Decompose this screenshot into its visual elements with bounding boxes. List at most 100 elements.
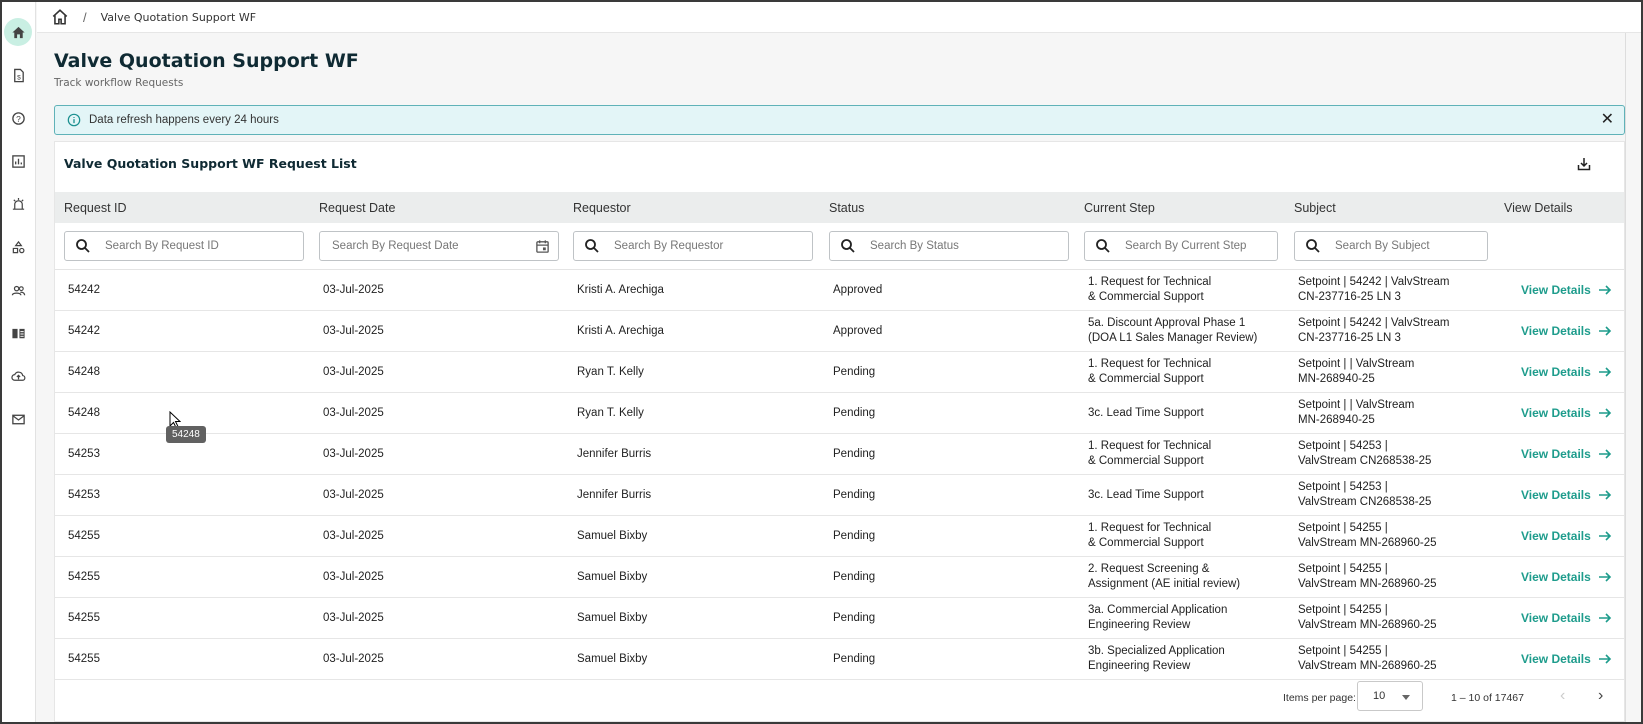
search-request-date-input[interactable]: Search By Request Date	[319, 231, 559, 261]
view-details-link[interactable]: View Details	[1504, 652, 1624, 667]
table-row: 54255 03-Jul-2025 Samuel Bixby Pending 3…	[55, 639, 1624, 680]
shapes-icon[interactable]	[4, 233, 32, 261]
table-row: 54248 03-Jul-2025 Ryan T. Kelly Pending …	[55, 393, 1624, 434]
cell-request-date: 03-Jul-2025	[323, 570, 384, 583]
cell-request-date: 03-Jul-2025	[323, 365, 384, 378]
cell-status: Pending	[833, 406, 876, 419]
cloud-upload-icon[interactable]	[4, 362, 32, 390]
subject-line-2: ValvStream MN-268960-25	[1298, 537, 1437, 549]
table-row: 54242 03-Jul-2025 Kristi A. Arechiga App…	[55, 311, 1624, 352]
search-requestor-input[interactable]: Search By Requestor	[573, 231, 813, 261]
column-header-status[interactable]: Status	[829, 201, 1084, 215]
items-per-page-value: 10	[1373, 690, 1386, 702]
svg-text:$: $	[17, 74, 21, 81]
help-icon[interactable]: ?	[4, 104, 32, 132]
subject-line-1: Setpoint | 54255 |	[1298, 522, 1388, 534]
search-icon	[585, 239, 599, 253]
page-range: 1 – 10 of 17467	[1451, 692, 1524, 704]
cell-request-date: 03-Jul-2025	[323, 611, 384, 624]
cell-subject: Setpoint | 54242 | ValvStream CN-237716-2…	[1294, 275, 1504, 305]
next-page-button[interactable]: ›	[1598, 687, 1603, 705]
cell-request-id: 54255	[68, 570, 100, 583]
step-line-2: & Commercial Support	[1088, 455, 1204, 467]
cell-requestor: Jennifer Burris	[577, 488, 652, 501]
info-icon	[67, 113, 81, 127]
cell-status: Pending	[833, 529, 876, 542]
view-details-link[interactable]: View Details	[1504, 283, 1624, 298]
users-icon[interactable]	[4, 276, 32, 304]
search-request-id-input[interactable]: Search By Request ID	[64, 231, 304, 261]
search-status-input[interactable]: Search By Status	[829, 231, 1069, 261]
step-line-1: 1. Request for Technical	[1088, 276, 1212, 288]
breadcrumb-home-icon[interactable]	[51, 8, 69, 26]
view-details-link[interactable]: View Details	[1504, 324, 1624, 339]
column-header-subject[interactable]: Subject	[1294, 201, 1504, 215]
view-details-label: View Details	[1521, 610, 1591, 625]
table-row: 54242 03-Jul-2025 Kristi A. Arechiga App…	[55, 270, 1624, 311]
subject-line-2: ValvStream CN268538-25	[1298, 455, 1432, 467]
download-icon[interactable]	[1576, 156, 1592, 172]
arrow-right-icon	[1598, 613, 1611, 623]
step-line-2: Assignment (AE initial review)	[1088, 578, 1241, 590]
search-current-step-input[interactable]: Search By Current Step	[1084, 231, 1278, 261]
breadcrumb-current: Valve Quotation Support WF	[100, 10, 257, 24]
step-line-1: 1. Request for Technical	[1088, 522, 1212, 534]
cell-request-id: 54248	[68, 365, 100, 378]
view-details-label: View Details	[1521, 651, 1591, 666]
view-details-link[interactable]: View Details	[1504, 406, 1624, 421]
subject-line-1: Setpoint | 54255 |	[1298, 604, 1388, 616]
cell-subject: Setpoint | 54255 | ValvStream MN-268960-2…	[1294, 603, 1504, 633]
tooltip: 54248	[166, 426, 206, 443]
view-details-label: View Details	[1521, 569, 1591, 584]
close-banner-button[interactable]: ✕	[1601, 112, 1614, 128]
column-header-request-date[interactable]: Request Date	[319, 201, 573, 215]
arrow-right-icon	[1598, 654, 1611, 664]
invoice-icon[interactable]: $	[4, 61, 32, 89]
book-icon[interactable]	[4, 319, 32, 347]
subject-line-1: Setpoint | 54253 |	[1298, 481, 1388, 493]
view-details-link[interactable]: View Details	[1504, 611, 1624, 626]
view-details-link[interactable]: View Details	[1504, 447, 1624, 462]
view-details-link[interactable]: View Details	[1504, 570, 1624, 585]
cell-subject: Setpoint | 54242 | ValvStream CN-237716-2…	[1294, 316, 1504, 346]
arrow-right-icon	[1598, 285, 1611, 295]
filter-row: Search By Request ID Search By Request D…	[55, 223, 1624, 270]
items-per-page-select[interactable]: 10	[1357, 681, 1423, 711]
arrow-right-icon	[1598, 408, 1611, 418]
view-details-link[interactable]: View Details	[1504, 365, 1624, 380]
home-icon[interactable]	[4, 18, 32, 46]
report-icon[interactable]	[4, 147, 32, 175]
cell-request-id: 54242	[68, 283, 100, 296]
cell-current-step: 1. Request for Technical & Commercial Sup…	[1084, 275, 1294, 305]
cell-current-step: 3a. Commercial Application Engineering Re…	[1084, 603, 1294, 633]
cell-current-step: 1. Request for Technical & Commercial Sup…	[1084, 439, 1294, 469]
view-details-label: View Details	[1521, 323, 1591, 338]
column-header-request-id[interactable]: Request ID	[64, 201, 319, 215]
arrow-right-icon	[1598, 449, 1611, 459]
mail-icon[interactable]	[4, 405, 32, 433]
subject-line-1: Setpoint | | ValvStream	[1298, 358, 1415, 370]
cell-requestor: Samuel Bixby	[577, 611, 648, 624]
cell-requestor: Kristi A. Arechiga	[577, 324, 664, 337]
calendar-icon[interactable]	[535, 239, 550, 254]
placeholder: Search By Requestor	[614, 240, 724, 252]
cell-status: Pending	[833, 365, 876, 378]
previous-page-button[interactable]: ‹	[1560, 687, 1565, 705]
view-details-link[interactable]: View Details	[1504, 488, 1624, 503]
column-header-view-details: View Details	[1504, 200, 1573, 215]
cell-request-date: 03-Jul-2025	[323, 488, 384, 501]
cell-requestor: Samuel Bixby	[577, 570, 648, 583]
breadcrumb: / Valve Quotation Support WF	[37, 2, 1641, 33]
search-subject-input[interactable]: Search By Subject	[1294, 231, 1488, 261]
step-line-1: 3a. Commercial Application	[1088, 604, 1228, 616]
view-details-label: View Details	[1521, 487, 1591, 502]
scrollbar[interactable]	[1625, 33, 1641, 722]
column-header-current-step[interactable]: Current Step	[1084, 201, 1294, 215]
search-icon	[1306, 239, 1320, 253]
view-details-link[interactable]: View Details	[1504, 529, 1624, 544]
cell-current-step: 5a. Discount Approval Phase 1 (DOA L1 Sal…	[1084, 316, 1294, 346]
alarm-icon[interactable]	[4, 190, 32, 218]
info-banner: Data refresh happens every 24 hours ✕	[54, 105, 1625, 135]
subject-line-2: MN-268940-25	[1298, 414, 1375, 426]
column-header-requestor[interactable]: Requestor	[573, 201, 829, 215]
